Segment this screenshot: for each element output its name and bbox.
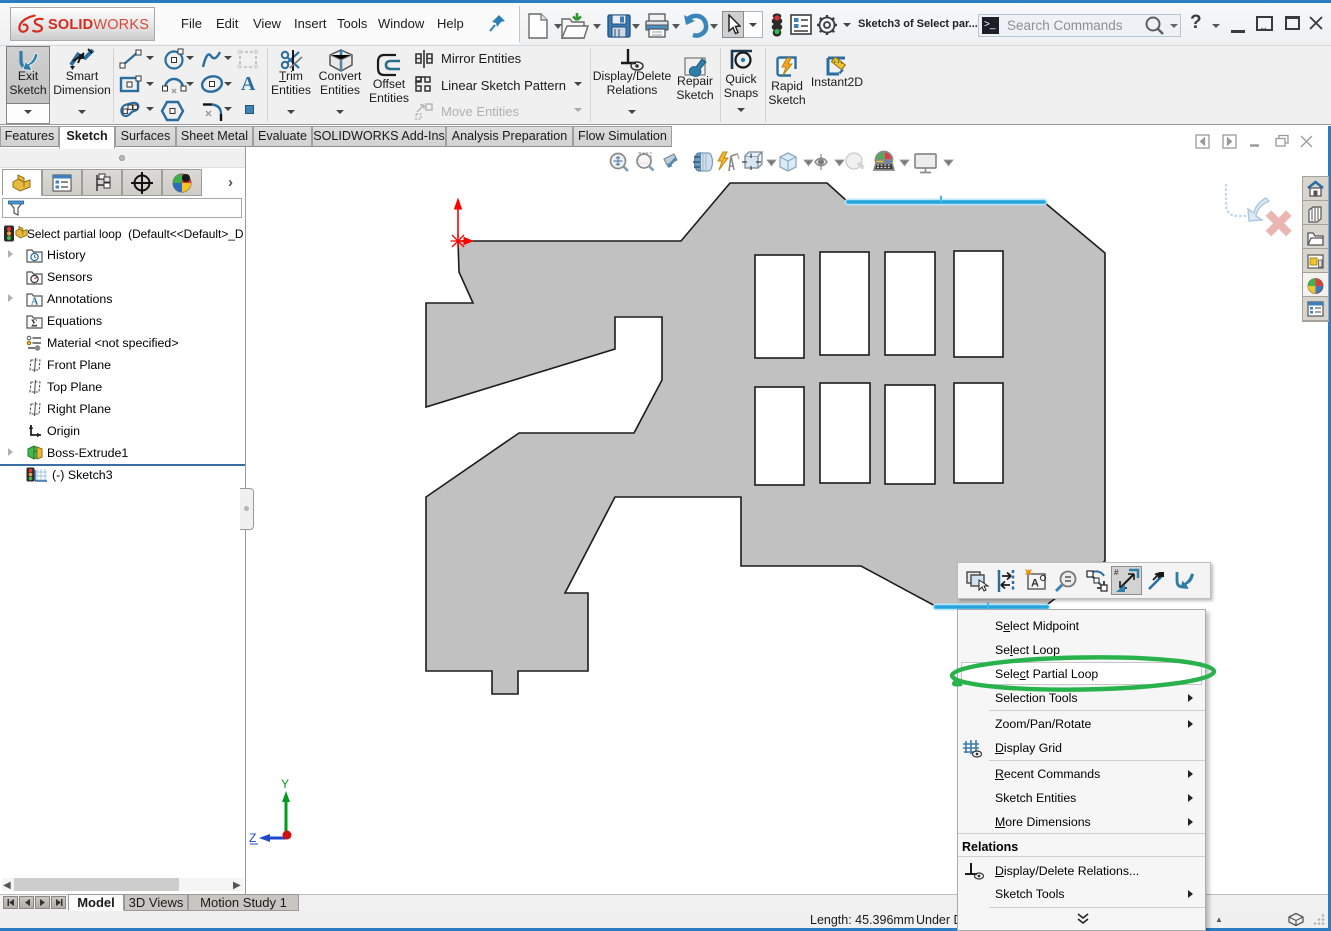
svg-text:Z: Z	[249, 831, 256, 845]
svg-text:#: #	[1114, 568, 1119, 577]
svg-text:Y: Y	[281, 777, 289, 791]
svg-text:A: A	[1031, 578, 1039, 590]
